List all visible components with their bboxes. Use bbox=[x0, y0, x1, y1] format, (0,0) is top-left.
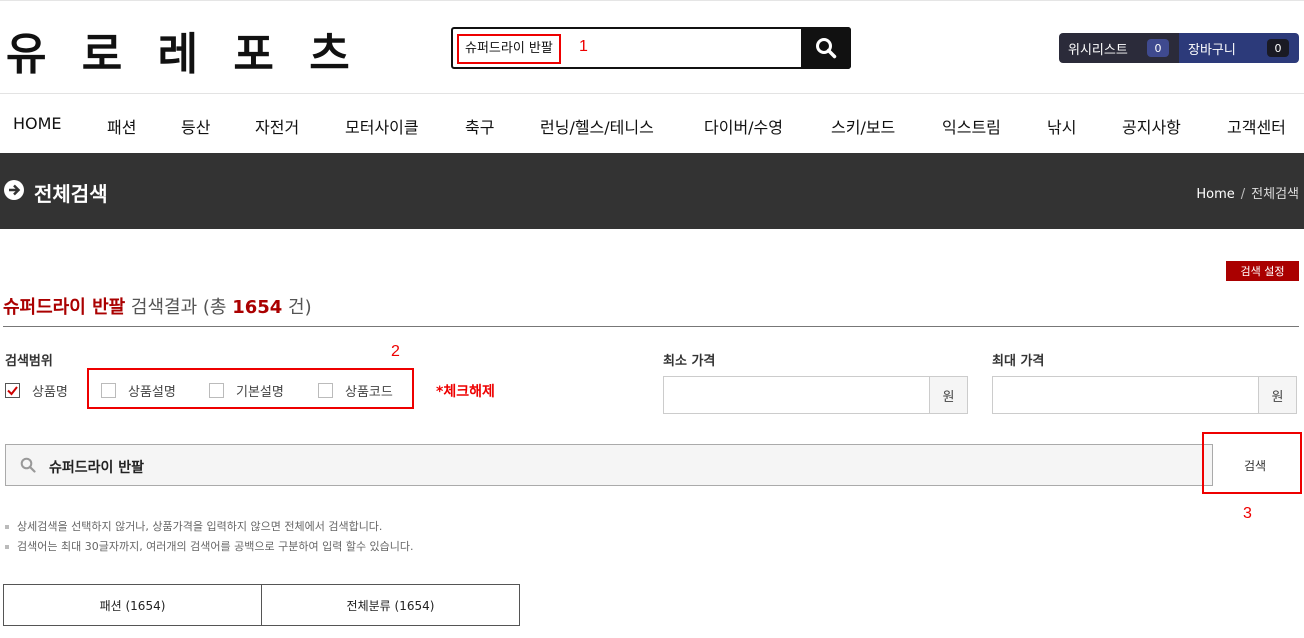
annotation-2: 2 bbox=[391, 343, 400, 360]
result-label: 검색결과 (총 bbox=[125, 297, 233, 318]
search-icon bbox=[20, 457, 36, 473]
scope-option-basic-description[interactable]: 기본설명 bbox=[209, 381, 284, 400]
arrow-right-circle-icon bbox=[4, 180, 24, 200]
help-note: 상세검색을 선택하지 않거나, 상품가격을 입력하지 않으면 전체에서 검색합니… bbox=[5, 518, 382, 534]
nav-item-home[interactable]: HOME bbox=[13, 114, 62, 133]
category-tab-all[interactable]: 전체분류 (1654) bbox=[261, 585, 519, 625]
breadcrumb-home[interactable]: Home bbox=[1196, 187, 1234, 202]
search-icon bbox=[816, 38, 837, 59]
site-logo[interactable]: 유 로 레 포 츠 bbox=[6, 18, 360, 82]
scope-option-label: 상품명 bbox=[32, 385, 68, 400]
page-banner: 전체검색 Home / 전체검색 bbox=[0, 153, 1304, 229]
help-note: 검색어는 최대 30글자까지, 여러개의 검색어를 공백으로 구분하여 입력 할… bbox=[5, 538, 414, 554]
annotation-box-3 bbox=[1202, 432, 1302, 494]
max-price-unit: 원 bbox=[1258, 377, 1296, 413]
result-suffix: 건) bbox=[282, 297, 312, 318]
breadcrumb-current: 전체검색 bbox=[1251, 187, 1299, 202]
wishlist-button[interactable]: 위시리스트 0 bbox=[1059, 33, 1179, 63]
nav-item-motorcycle[interactable]: 모터사이클 bbox=[345, 114, 419, 138]
nav-item-support[interactable]: 고객센터 bbox=[1227, 114, 1286, 138]
checkbox-checked[interactable] bbox=[5, 383, 20, 398]
breadcrumb: Home / 전체검색 bbox=[1196, 183, 1299, 202]
nav-item-fishing[interactable]: 낚시 bbox=[1047, 114, 1076, 138]
category-tab-fashion[interactable]: 패션 (1654) bbox=[4, 585, 261, 625]
max-price-label: 최대 가격 bbox=[992, 354, 1045, 369]
header-search-input[interactable]: 슈퍼드라이 반팔 bbox=[457, 34, 561, 64]
scope-option-label: 기본설명 bbox=[236, 385, 284, 400]
search-settings-button[interactable]: 검색 설정 bbox=[1226, 261, 1299, 281]
min-price-field: 원 bbox=[663, 376, 968, 414]
main-nav: HOME 패션 등산 자전거 모터사이클 축구 런닝/헬스/테니스 다이버/수영… bbox=[0, 93, 1304, 153]
nav-item-ski[interactable]: 스키/보드 bbox=[831, 114, 895, 138]
cart-count-badge: 0 bbox=[1267, 39, 1289, 57]
annotation-1: 1 bbox=[579, 38, 588, 55]
checkbox-unchecked[interactable] bbox=[209, 383, 224, 398]
result-keyword: 슈퍼드라이 반팔 bbox=[3, 297, 126, 318]
checkbox-unchecked[interactable] bbox=[318, 383, 333, 398]
result-count: 1654 bbox=[232, 297, 283, 318]
nav-item-running[interactable]: 런닝/헬스/테니스 bbox=[540, 114, 654, 138]
nav-item-hiking[interactable]: 등산 bbox=[181, 114, 210, 138]
nav-item-notice[interactable]: 공지사항 bbox=[1122, 114, 1181, 138]
max-price-field: 원 bbox=[992, 376, 1297, 414]
scope-option-product-code[interactable]: 상품코드 bbox=[318, 381, 393, 400]
scope-option-description[interactable]: 상품설명 bbox=[101, 381, 176, 400]
breadcrumb-separator: / bbox=[1240, 187, 1246, 202]
min-price-input[interactable] bbox=[664, 377, 929, 413]
min-price-unit: 원 bbox=[929, 377, 967, 413]
nav-item-fashion[interactable]: 패션 bbox=[107, 114, 136, 138]
cart-label: 장바구니 bbox=[1188, 42, 1236, 58]
keyword-search-field[interactable]: 슈퍼드라이 반팔 bbox=[5, 444, 1297, 486]
top-border bbox=[0, 0, 1304, 3]
wishlist-count-badge: 0 bbox=[1147, 39, 1169, 57]
wishlist-label: 위시리스트 bbox=[1068, 42, 1128, 58]
keyword-input[interactable]: 슈퍼드라이 반팔 bbox=[49, 457, 144, 477]
category-tabs: 패션 (1654) 전체분류 (1654) bbox=[3, 584, 520, 626]
nav-item-diving[interactable]: 다이버/수영 bbox=[704, 114, 783, 138]
header-search-button[interactable] bbox=[801, 27, 851, 69]
scope-option-label: 상품코드 bbox=[345, 385, 393, 400]
nav-item-extreme[interactable]: 익스트림 bbox=[942, 114, 1001, 138]
cart-button[interactable]: 장바구니 0 bbox=[1179, 33, 1299, 63]
check-icon bbox=[7, 386, 18, 396]
uncheck-note: *체크해제 bbox=[436, 384, 495, 400]
min-price-label: 최소 가격 bbox=[663, 354, 716, 369]
search-result-heading: 슈퍼드라이 반팔 검색결과 (총 1654 건) bbox=[3, 293, 312, 319]
header-search-box[interactable]: 슈퍼드라이 반팔 bbox=[451, 27, 851, 69]
divider bbox=[3, 326, 1299, 327]
page-title: 전체검색 bbox=[34, 182, 108, 206]
scope-option-label: 상품설명 bbox=[128, 385, 176, 400]
nav-item-soccer[interactable]: 축구 bbox=[465, 114, 494, 138]
nav-item-bicycle[interactable]: 자전거 bbox=[255, 114, 299, 138]
checkbox-unchecked[interactable] bbox=[101, 383, 116, 398]
wishlist-cart-group: 위시리스트 0 장바구니 0 bbox=[1059, 33, 1299, 63]
annotation-3: 3 bbox=[1243, 505, 1252, 522]
scope-label: 검색범위 bbox=[5, 354, 53, 369]
scope-option-product-name[interactable]: 상품명 bbox=[5, 381, 68, 400]
max-price-input[interactable] bbox=[993, 377, 1258, 413]
